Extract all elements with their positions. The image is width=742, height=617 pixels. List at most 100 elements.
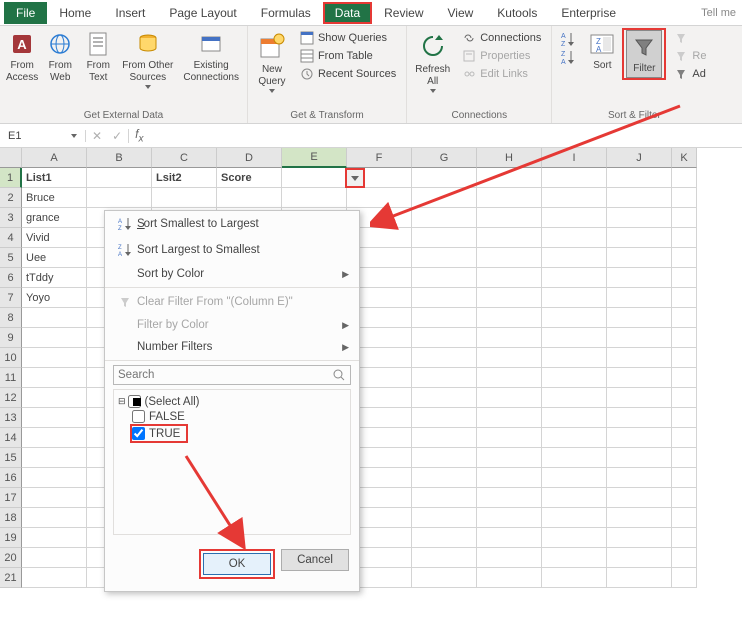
row-head-9[interactable]: 9 [0, 328, 22, 348]
row-head-1[interactable]: 1 [0, 168, 22, 188]
cell-j13[interactable] [607, 408, 672, 428]
cell-a20[interactable] [22, 548, 87, 568]
cell-a21[interactable] [22, 568, 87, 588]
row-head-6[interactable]: 6 [0, 268, 22, 288]
cell-k4[interactable] [672, 228, 697, 248]
cell-j11[interactable] [607, 368, 672, 388]
cell-g14[interactable] [412, 428, 477, 448]
cell-d2[interactable] [217, 188, 282, 208]
cell-f2[interactable] [347, 188, 412, 208]
col-head-i[interactable]: I [542, 148, 607, 168]
cell-j17[interactable] [607, 488, 672, 508]
row-head-17[interactable]: 17 [0, 488, 22, 508]
cell-a12[interactable] [22, 388, 87, 408]
cell-g21[interactable] [412, 568, 477, 588]
cell-h5[interactable] [477, 248, 542, 268]
row-head-2[interactable]: 2 [0, 188, 22, 208]
cell-g11[interactable] [412, 368, 477, 388]
cell-h19[interactable] [477, 528, 542, 548]
cell-h11[interactable] [477, 368, 542, 388]
cell-g20[interactable] [412, 548, 477, 568]
ok-button[interactable]: OK [203, 553, 271, 575]
cell-h9[interactable] [477, 328, 542, 348]
sort-asc-item[interactable]: AZ Sort Smallest to Largest [105, 211, 359, 237]
cell-i15[interactable] [542, 448, 607, 468]
cell-a2[interactable]: Bruce [22, 188, 87, 208]
cell-k6[interactable] [672, 268, 697, 288]
col-head-j[interactable]: J [607, 148, 672, 168]
cell-i8[interactable] [542, 308, 607, 328]
from-other-sources-button[interactable]: From Other Sources [118, 28, 177, 91]
cell-h17[interactable] [477, 488, 542, 508]
new-query-button[interactable]: New Query [252, 28, 292, 95]
cell-a17[interactable] [22, 488, 87, 508]
tab-formulas[interactable]: Formulas [249, 2, 323, 24]
row-head-19[interactable]: 19 [0, 528, 22, 548]
from-text-button[interactable]: From Text [80, 28, 116, 86]
cancel-button[interactable]: Cancel [281, 549, 349, 571]
cell-a8[interactable] [22, 308, 87, 328]
cell-a10[interactable] [22, 348, 87, 368]
col-head-d[interactable]: D [217, 148, 282, 168]
cell-g9[interactable] [412, 328, 477, 348]
cell-k18[interactable] [672, 508, 697, 528]
cell-h18[interactable] [477, 508, 542, 528]
cell-h1[interactable] [477, 168, 542, 188]
cell-j16[interactable] [607, 468, 672, 488]
cell-i10[interactable] [542, 348, 607, 368]
cell-a11[interactable] [22, 368, 87, 388]
cell-a3[interactable]: grance [22, 208, 87, 228]
cell-d1[interactable]: Score [217, 168, 282, 188]
cell-g17[interactable] [412, 488, 477, 508]
col-head-f[interactable]: F [347, 148, 412, 168]
col-head-h[interactable]: H [477, 148, 542, 168]
show-queries-button[interactable]: Show Queries [296, 30, 400, 46]
cell-j20[interactable] [607, 548, 672, 568]
filter-dropdown-e[interactable] [345, 168, 365, 188]
cell-i19[interactable] [542, 528, 607, 548]
cell-a5[interactable]: Uee [22, 248, 87, 268]
cell-g7[interactable] [412, 288, 477, 308]
cell-b1[interactable] [87, 168, 152, 188]
cell-h13[interactable] [477, 408, 542, 428]
cell-g8[interactable] [412, 308, 477, 328]
cell-i1[interactable] [542, 168, 607, 188]
cell-i2[interactable] [542, 188, 607, 208]
refresh-all-button[interactable]: Refresh All [411, 28, 454, 95]
cell-a1[interactable]: List1 [22, 168, 87, 188]
cell-a19[interactable] [22, 528, 87, 548]
cell-a15[interactable] [22, 448, 87, 468]
filter-value-false[interactable]: FALSE [118, 409, 346, 424]
cell-j12[interactable] [607, 388, 672, 408]
cell-j5[interactable] [607, 248, 672, 268]
sort-desc-mini[interactable]: ZA [558, 48, 580, 66]
cell-i21[interactable] [542, 568, 607, 588]
cell-k13[interactable] [672, 408, 697, 428]
cell-i5[interactable] [542, 248, 607, 268]
cell-g12[interactable] [412, 388, 477, 408]
col-head-k[interactable]: K [672, 148, 697, 168]
sort-button[interactable]: ZA Sort [584, 28, 620, 74]
recent-sources-button[interactable]: Recent Sources [296, 66, 400, 82]
cell-j10[interactable] [607, 348, 672, 368]
cell-i9[interactable] [542, 328, 607, 348]
cell-g2[interactable] [412, 188, 477, 208]
cell-h8[interactable] [477, 308, 542, 328]
cell-k17[interactable] [672, 488, 697, 508]
tab-data[interactable]: Data [323, 2, 372, 24]
cell-i16[interactable] [542, 468, 607, 488]
cell-j21[interactable] [607, 568, 672, 588]
cell-e2[interactable] [282, 188, 347, 208]
cell-j6[interactable] [607, 268, 672, 288]
cell-i20[interactable] [542, 548, 607, 568]
cell-k1[interactable] [672, 168, 697, 188]
cell-h2[interactable] [477, 188, 542, 208]
cell-k11[interactable] [672, 368, 697, 388]
cell-h7[interactable] [477, 288, 542, 308]
cell-a6[interactable]: tTddy [22, 268, 87, 288]
cell-h10[interactable] [477, 348, 542, 368]
existing-connections-button[interactable]: Existing Connections [179, 28, 243, 86]
cell-c1[interactable]: Lsit2 [152, 168, 217, 188]
cell-a18[interactable] [22, 508, 87, 528]
fx-label[interactable]: fx [129, 127, 149, 144]
